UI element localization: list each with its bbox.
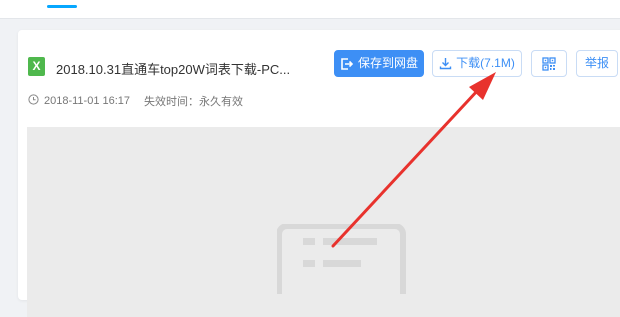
file-meta: 2018-11-01 16:17 失效时间： 永久有效	[28, 93, 243, 109]
expiry-value: 永久有效	[199, 96, 244, 108]
file-name: 2018.10.31直通车top20W词表下载-PC...	[56, 62, 291, 77]
excel-file-icon: X	[28, 57, 45, 76]
expiry-label: 失效时间：	[144, 96, 200, 108]
save-to-disk-label: 保存到网盘	[357, 56, 418, 70]
upload-date: 2018-11-01 16:17	[44, 95, 131, 107]
download-label: 下载(7.1M)	[456, 56, 515, 70]
clock-icon	[28, 94, 39, 108]
file-share-card: X 2018.10.31直通车top20W词表下载-PC... 保存到网盘 下载…	[18, 30, 620, 317]
active-tab-indicator	[47, 5, 77, 8]
save-to-disk-icon	[340, 57, 354, 71]
file-preview-area	[27, 127, 620, 317]
top-nav-bar	[0, 0, 620, 19]
document-preview-icon	[276, 223, 407, 309]
qr-code-button[interactable]	[531, 50, 567, 77]
report-button[interactable]: 举报	[576, 50, 618, 77]
download-icon	[439, 57, 452, 70]
save-to-disk-button[interactable]: 保存到网盘	[334, 50, 424, 77]
qr-code-icon	[542, 56, 556, 71]
download-button[interactable]: 下载(7.1M)	[432, 50, 522, 77]
